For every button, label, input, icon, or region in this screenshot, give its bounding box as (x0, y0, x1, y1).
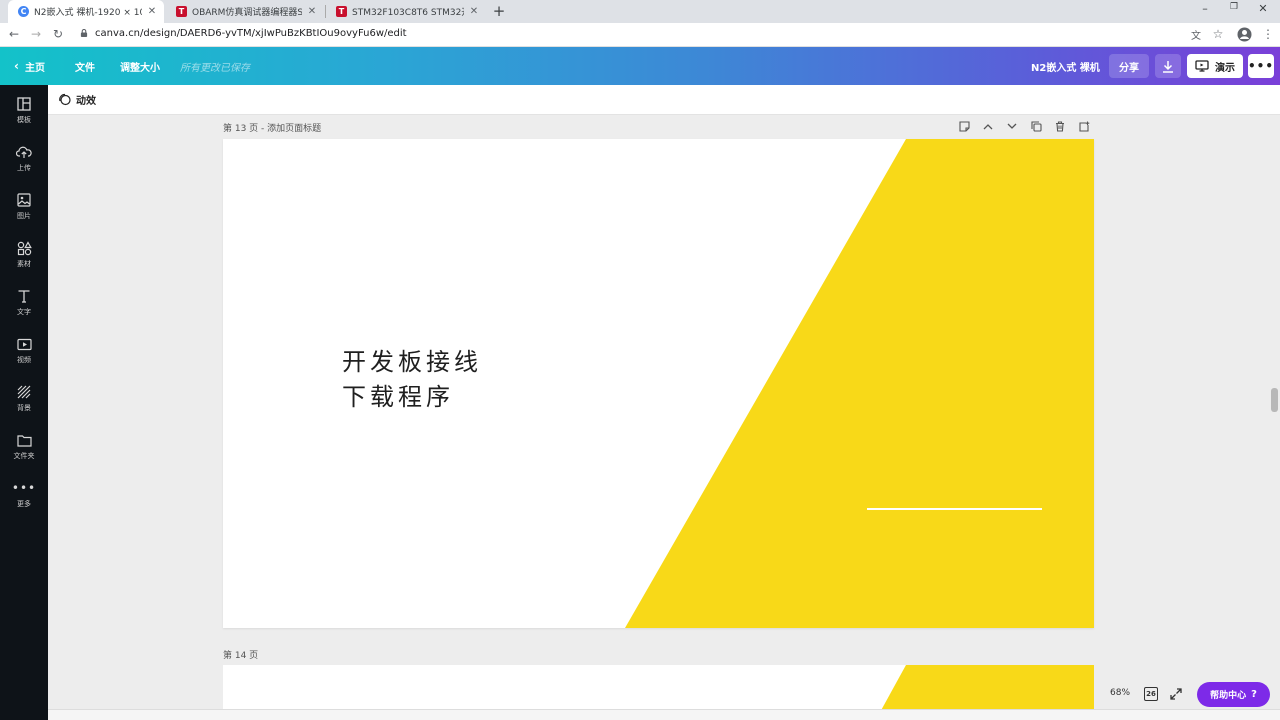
delete-page-icon[interactable] (1048, 119, 1072, 133)
design-title[interactable]: N2嵌入式 裸机 (1031, 47, 1100, 85)
sidebar-item-label: 背景 (17, 404, 31, 412)
address-bar: ← → ↻ canva.cn/design/DAERD6-yvTM/xjIwPu… (0, 23, 1280, 47)
sidebar-item-photos[interactable]: 图片 (0, 191, 48, 235)
folder-icon (16, 431, 32, 449)
tab-title: OBARM仿真调试器编程器STM32 (192, 8, 302, 18)
zoom-level[interactable]: 68% (1110, 688, 1130, 698)
image-icon (17, 191, 31, 209)
animate-label: 动效 (76, 96, 96, 107)
animate-icon (59, 93, 71, 106)
resize-button[interactable]: 调整大小 (120, 47, 160, 85)
browser-tab-canva[interactable]: C N2嵌入式 裸机-1920 × 1080 px ✕ (8, 0, 164, 23)
minimize-window-icon[interactable]: – (1196, 2, 1214, 15)
present-icon (1195, 60, 1209, 72)
bookmark-star-icon[interactable]: ☆ (1210, 27, 1226, 41)
sidebar-item-label: 文件夹 (13, 452, 35, 460)
restore-window-icon[interactable]: ❐ (1225, 2, 1243, 12)
bottom-bar (48, 709, 1280, 720)
reload-icon[interactable]: ↻ (50, 27, 66, 41)
duplicate-page-icon[interactable] (1024, 119, 1048, 133)
slide-heading-line-1: 开发板接线 (342, 348, 482, 376)
add-page-icon[interactable] (1072, 119, 1096, 133)
page-title[interactable]: 第 13 页 - 添加页面标题 (223, 121, 321, 134)
slide-heading-line-2: 下载程序 (342, 383, 454, 411)
help-center-button[interactable]: 帮助中心 ? (1197, 682, 1270, 707)
yellow-diagonal-shape (881, 665, 1094, 709)
home-button[interactable]: ‹ 主页 (14, 47, 45, 85)
vertical-scrollbar[interactable] (1271, 388, 1278, 412)
animate-button[interactable]: 动效 (58, 92, 96, 107)
home-label: 主页 (24, 62, 45, 74)
template-icon (17, 95, 31, 113)
page-toolbar (952, 119, 1096, 133)
editor-toolbar: 动效 (48, 85, 1280, 115)
sidebar-item-label: 上传 (17, 164, 31, 172)
canvas-workspace: 第 13 页 - 添加页面标题 开发板接线 下载程序 第 14 页 (48, 116, 1280, 709)
more-icon: ••• (11, 481, 37, 495)
sidebar-item-label: 视频 (17, 356, 31, 364)
elements-icon (17, 239, 32, 257)
download-icon (1163, 60, 1173, 73)
share-button[interactable]: 分享 (1109, 54, 1149, 78)
slide-page-13[interactable]: 开发板接线 下载程序 (223, 139, 1094, 628)
move-page-down-icon[interactable] (1000, 119, 1024, 133)
lock-icon (80, 29, 88, 37)
page-notes-icon[interactable] (952, 119, 976, 133)
fullscreen-icon[interactable] (1169, 687, 1183, 701)
video-icon (16, 335, 32, 353)
move-page-up-icon[interactable] (976, 119, 1000, 133)
translate-icon[interactable]: ⽂ (1188, 27, 1204, 42)
text-icon (17, 287, 31, 305)
close-tab-icon[interactable]: ✕ (468, 6, 480, 17)
present-button[interactable]: 演示 (1187, 54, 1243, 78)
help-center-label: 帮助中心 (1210, 691, 1247, 701)
save-status: 所有更改已保存 (180, 62, 250, 74)
sidebar-item-elements[interactable]: 素材 (0, 239, 48, 283)
new-tab-button[interactable]: + (490, 2, 508, 20)
more-options-button[interactable]: ••• (1248, 54, 1274, 78)
sidebar-item-label: 文字 (17, 308, 31, 316)
slide-page-14[interactable] (223, 665, 1094, 709)
file-menu-button[interactable]: 文件 (75, 47, 95, 85)
sidebar-item-label: 图片 (17, 212, 31, 220)
chevron-left-icon: ‹ (14, 59, 19, 73)
sidebar-item-uploads[interactable]: 上传 (0, 143, 48, 187)
browser-tab-obarm[interactable]: T OBARM仿真调试器编程器STM32 ✕ (166, 0, 324, 23)
close-tab-icon[interactable]: ✕ (146, 6, 158, 17)
taobao-favicon-icon: T (336, 6, 347, 17)
editor-header: ‹ 主页 文件 调整大小 所有更改已保存 N2嵌入式 裸机 分享 演示 ••• (0, 47, 1280, 85)
tab-title: STM32F103C8T6 STM32开发板 (352, 8, 464, 18)
slide-heading[interactable]: 开发板接线 下载程序 (342, 345, 482, 415)
page-count-button[interactable]: 26 (1144, 687, 1158, 701)
sidebar-item-label: 更多 (17, 500, 31, 508)
present-label: 演示 (1215, 62, 1235, 74)
url-field[interactable]: canva.cn/design/DAERD6-yvTM/xjIwPuBzKBtI… (95, 28, 407, 39)
browser-menu-icon[interactable]: ⋮ (1260, 27, 1276, 41)
forward-icon[interactable]: → (28, 27, 44, 41)
question-icon: ? (1251, 689, 1257, 700)
background-icon (17, 383, 31, 401)
browser-tab-bar: C N2嵌入式 裸机-1920 × 1080 px ✕ T OBARM仿真调试器… (0, 0, 1280, 23)
sidebar-item-backgrounds[interactable]: 背景 (0, 383, 48, 427)
browser-tab-stm32[interactable]: T STM32F103C8T6 STM32开发板 ✕ (326, 0, 486, 23)
profile-avatar-icon[interactable] (1237, 27, 1252, 42)
sidebar-item-templates[interactable]: 模板 (0, 95, 48, 139)
sidebar-item-more[interactable]: ••• 更多 (0, 479, 48, 523)
download-button[interactable] (1155, 54, 1181, 78)
sidebar-item-text[interactable]: 文字 (0, 287, 48, 331)
upload-icon (16, 143, 32, 161)
sidebar-item-label: 素材 (17, 260, 31, 268)
sidebar-item-videos[interactable]: 视频 (0, 335, 48, 379)
taobao-favicon-icon: T (176, 6, 187, 17)
page-title[interactable]: 第 14 页 (223, 648, 258, 661)
close-tab-icon[interactable]: ✕ (306, 6, 318, 17)
left-sidebar: 模板 上传 图片 素材 文字 视频 背景 文件夹 ••• 更多 (0, 85, 48, 720)
sidebar-item-label: 模板 (17, 116, 31, 124)
sidebar-item-folders[interactable]: 文件夹 (0, 431, 48, 475)
tab-title: N2嵌入式 裸机-1920 × 1080 px (34, 8, 142, 18)
close-window-icon[interactable]: ✕ (1254, 2, 1272, 15)
back-icon[interactable]: ← (6, 27, 22, 41)
canva-favicon-icon: C (18, 6, 29, 17)
